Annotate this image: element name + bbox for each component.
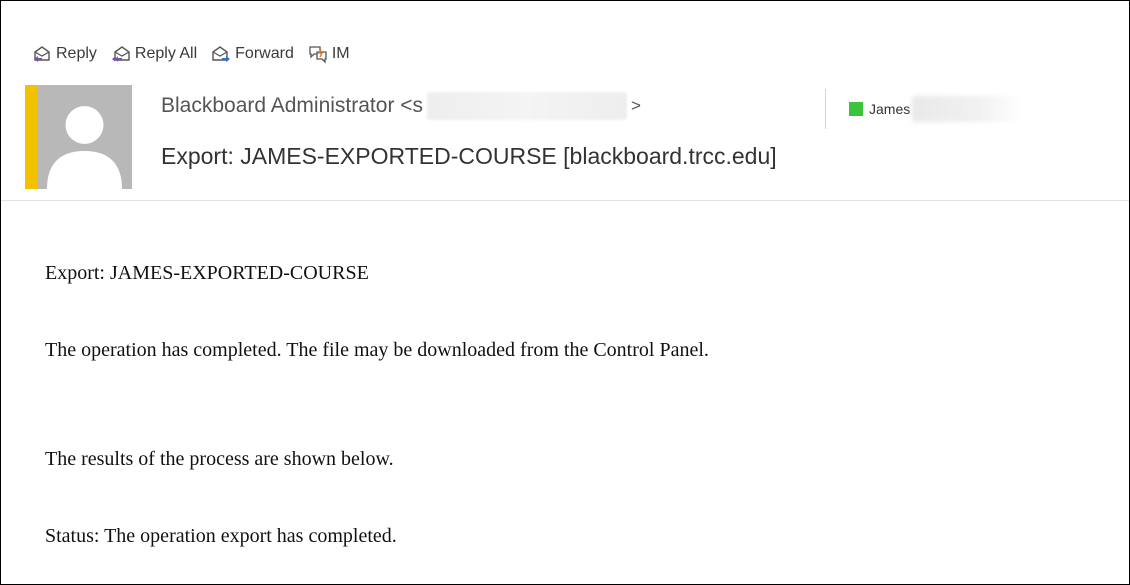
redacted-email (427, 92, 628, 120)
reply-all-icon (111, 46, 130, 62)
body-line-export: Export: JAMES-EXPORTED-COURSE (45, 262, 369, 284)
redacted-name (912, 96, 1023, 122)
message-subject: Export: JAMES-EXPORTED-COURSE [blackboar… (161, 143, 777, 169)
unread-accent-bar (25, 85, 37, 189)
recipient-name: James (869, 101, 911, 117)
default-person-icon (47, 106, 122, 189)
sender-line[interactable]: Blackboard Administrator <s > (161, 91, 641, 121)
header-separator (825, 89, 826, 129)
sender-name: Blackboard Administrator <s (161, 94, 424, 117)
forward-icon (212, 46, 231, 62)
forward-label: Forward (235, 45, 294, 62)
im-button[interactable]: IM (308, 44, 350, 64)
reply-button[interactable]: Reply (32, 44, 97, 64)
body-line-status: Status: The operation export has complet… (45, 525, 397, 547)
sender-avatar[interactable] (37, 85, 132, 189)
body-line-operation: The operation has completed. The file ma… (45, 339, 709, 361)
sender-email-end: > (631, 96, 641, 115)
body-line-results: The results of the process are shown bel… (45, 448, 394, 470)
im-label: IM (331, 45, 350, 62)
reply-label: Reply (56, 45, 97, 62)
reply-icon (34, 46, 50, 62)
forward-button[interactable]: Forward (211, 44, 294, 64)
message-toolbar: Reply Reply All Forward IM (32, 41, 364, 67)
instant-message-icon (309, 46, 327, 64)
email-reading-pane: Reply Reply All Forward IM Blackboard Ad… (0, 0, 1130, 585)
header-divider (1, 200, 1129, 201)
recipient[interactable]: James (849, 96, 1023, 122)
reply-all-button[interactable]: Reply All (111, 44, 197, 64)
reply-all-label: Reply All (134, 45, 198, 62)
presence-indicator (849, 102, 863, 116)
